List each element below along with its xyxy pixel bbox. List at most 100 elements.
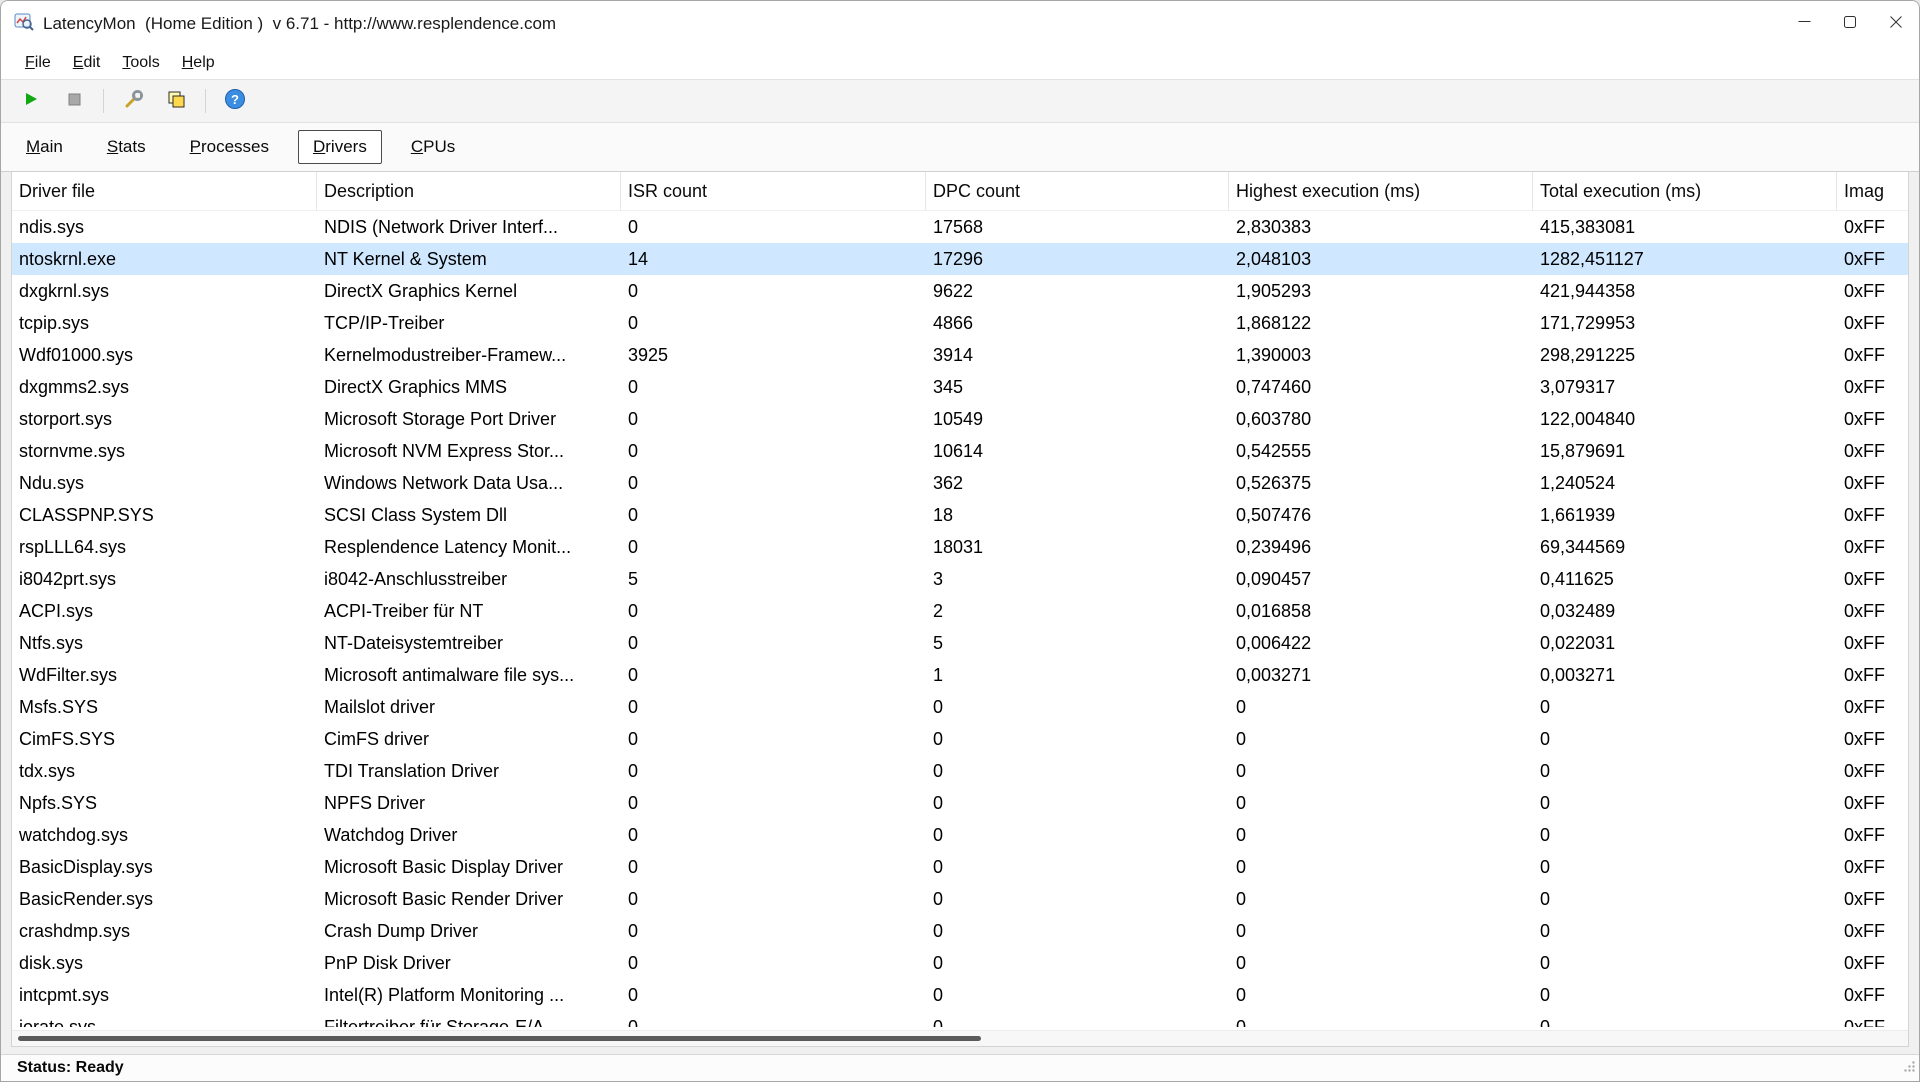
cell-desc: Mailslot driver (317, 691, 621, 723)
cell-dpc: 0 (926, 787, 1229, 819)
table-row[interactable]: WdFilter.sysMicrosoft antimalware file s… (12, 659, 1908, 691)
table-row[interactable]: Ndu.sysWindows Network Data Usa...03620,… (12, 467, 1908, 499)
cell-total: 0 (1533, 723, 1837, 755)
cell-total: 0 (1533, 947, 1837, 979)
help-button[interactable]: ? (217, 85, 253, 117)
table-row[interactable]: tcpip.sysTCP/IP-Treiber048661,868122171,… (12, 307, 1908, 339)
cell-image: 0xFF (1837, 851, 1908, 883)
play-icon (22, 90, 40, 113)
cell-highest: 0,016858 (1229, 595, 1533, 627)
cell-dpc: 18031 (926, 531, 1229, 563)
tab-drivers[interactable]: Drivers (298, 130, 382, 164)
table-row[interactable]: disk.sysPnP Disk Driver00000xFF (12, 947, 1908, 979)
cell-highest: 0,090457 (1229, 563, 1533, 595)
driver-table-header: Driver file Description ISR count DPC co… (12, 172, 1908, 211)
table-row[interactable]: Msfs.SYSMailslot driver00000xFF (12, 691, 1908, 723)
tab-stats[interactable]: Stats (92, 130, 161, 164)
tab-main[interactable]: Main (11, 130, 78, 164)
table-row[interactable]: Ntfs.sysNT-Dateisystemtreiber050,0064220… (12, 627, 1908, 659)
close-button[interactable] (1873, 1, 1919, 47)
cell-total: 0,022031 (1533, 627, 1837, 659)
resize-grip-icon[interactable] (1902, 1059, 1916, 1078)
maximize-button[interactable] (1827, 1, 1873, 47)
cell-isr: 0 (621, 947, 926, 979)
cell-image: 0xFF (1837, 499, 1908, 531)
column-header-driver-file[interactable]: Driver file (12, 172, 317, 210)
table-row[interactable]: iorate.sysFiltertreiber für Storage-E/A.… (12, 1011, 1908, 1027)
cell-total: 0 (1533, 883, 1837, 915)
cell-isr: 0 (621, 883, 926, 915)
column-header-highest-execution[interactable]: Highest execution (ms) (1229, 172, 1533, 210)
horizontal-scrollbar[interactable] (12, 1030, 1908, 1046)
cell-total: 0 (1533, 851, 1837, 883)
title-bar: LatencyMon (Home Edition ) v 6.71 - http… (1, 1, 1919, 47)
cell-highest: 0,747460 (1229, 371, 1533, 403)
column-header-image-base[interactable]: Imag (1837, 172, 1908, 210)
table-row[interactable]: dxgkrnl.sysDirectX Graphics Kernel096221… (12, 275, 1908, 307)
tab-processes[interactable]: Processes (175, 130, 284, 164)
cell-isr: 0 (621, 915, 926, 947)
options-button[interactable] (115, 85, 151, 117)
tab-cpus[interactable]: CPUs (396, 130, 470, 164)
window-title: LatencyMon (Home Edition ) v 6.71 - http… (43, 14, 556, 34)
cell-image: 0xFF (1837, 627, 1908, 659)
table-row[interactable]: ndis.sysNDIS (Network Driver Interf...01… (12, 211, 1908, 243)
table-row[interactable]: ACPI.sysACPI-Treiber für NT020,0168580,0… (12, 595, 1908, 627)
table-row[interactable]: rspLLL64.sysResplendence Latency Monit..… (12, 531, 1908, 563)
cell-highest: 1,868122 (1229, 307, 1533, 339)
table-row[interactable]: BasicDisplay.sysMicrosoft Basic Display … (12, 851, 1908, 883)
cell-isr: 0 (621, 371, 926, 403)
cell-isr: 14 (621, 243, 926, 275)
table-row[interactable]: tdx.sysTDI Translation Driver00000xFF (12, 755, 1908, 787)
table-row[interactable]: crashdmp.sysCrash Dump Driver00000xFF (12, 915, 1908, 947)
table-row[interactable]: CLASSPNP.SYSSCSI Class System Dll0180,50… (12, 499, 1908, 531)
cell-image: 0xFF (1837, 787, 1908, 819)
menu-edit[interactable]: Edit (63, 51, 111, 75)
horizontal-scrollbar-thumb[interactable] (18, 1036, 981, 1041)
cell-total: 1282,451127 (1533, 243, 1837, 275)
minimize-button[interactable] (1781, 1, 1827, 47)
table-row[interactable]: ntoskrnl.exeNT Kernel & System14172962,0… (12, 243, 1908, 275)
column-header-isr-count[interactable]: ISR count (621, 172, 926, 210)
cell-highest: 0,003271 (1229, 659, 1533, 691)
menu-help[interactable]: Help (172, 51, 225, 75)
column-header-description[interactable]: Description (317, 172, 621, 210)
cell-file: watchdog.sys (12, 819, 317, 851)
cell-highest: 0 (1229, 1011, 1533, 1027)
table-row[interactable]: CimFS.SYSCimFS driver00000xFF (12, 723, 1908, 755)
table-row[interactable]: intcpmt.sysIntel(R) Platform Monitoring … (12, 979, 1908, 1011)
cell-desc: SCSI Class System Dll (317, 499, 621, 531)
cell-image: 0xFF (1837, 275, 1908, 307)
copy-report-button[interactable] (158, 85, 194, 117)
table-row[interactable]: Npfs.SYSNPFS Driver00000xFF (12, 787, 1908, 819)
cell-dpc: 0 (926, 755, 1229, 787)
table-row[interactable]: stornvme.sysMicrosoft NVM Express Stor..… (12, 435, 1908, 467)
cell-dpc: 0 (926, 947, 1229, 979)
cell-highest: 0,526375 (1229, 467, 1533, 499)
table-row[interactable]: i8042prt.sysi8042-Anschlusstreiber530,09… (12, 563, 1908, 595)
cell-total: 0 (1533, 755, 1837, 787)
cell-file: dxgmms2.sys (12, 371, 317, 403)
cell-image: 0xFF (1837, 371, 1908, 403)
cell-desc: ACPI-Treiber für NT (317, 595, 621, 627)
menu-tools[interactable]: Tools (112, 51, 169, 75)
start-monitor-button[interactable] (13, 85, 49, 117)
column-header-dpc-count[interactable]: DPC count (926, 172, 1229, 210)
cell-dpc: 18 (926, 499, 1229, 531)
column-header-total-execution[interactable]: Total execution (ms) (1533, 172, 1837, 210)
cell-highest: 2,830383 (1229, 211, 1533, 243)
cell-total: 122,004840 (1533, 403, 1837, 435)
cell-isr: 0 (621, 819, 926, 851)
table-row[interactable]: watchdog.sysWatchdog Driver00000xFF (12, 819, 1908, 851)
tab-drivers-label: Drivers (313, 137, 367, 157)
cell-total: 0 (1533, 1011, 1837, 1027)
table-row[interactable]: Wdf01000.sysKernelmodustreiber-Framew...… (12, 339, 1908, 371)
cell-isr: 0 (621, 851, 926, 883)
cell-dpc: 10614 (926, 435, 1229, 467)
cell-total: 0,032489 (1533, 595, 1837, 627)
table-row[interactable]: storport.sysMicrosoft Storage Port Drive… (12, 403, 1908, 435)
stop-monitor-button[interactable] (56, 85, 92, 117)
table-row[interactable]: dxgmms2.sysDirectX Graphics MMS03450,747… (12, 371, 1908, 403)
menu-file[interactable]: File (15, 51, 61, 75)
table-row[interactable]: BasicRender.sysMicrosoft Basic Render Dr… (12, 883, 1908, 915)
